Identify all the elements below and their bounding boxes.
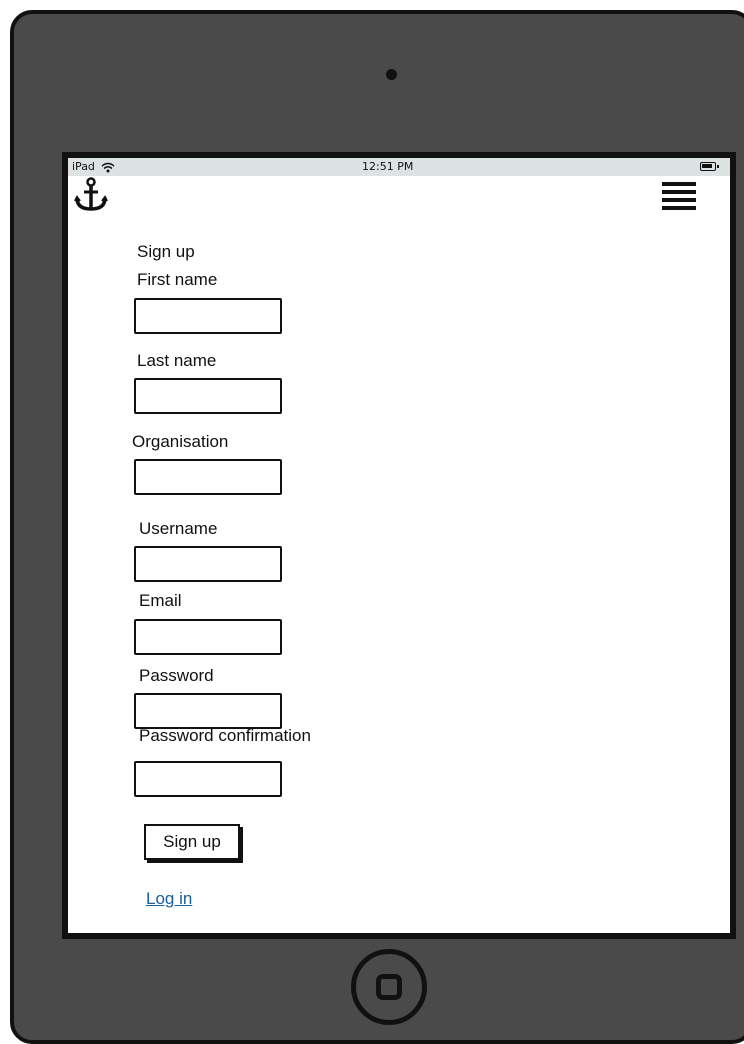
log-in-link[interactable]: Log in bbox=[146, 889, 192, 909]
organisation-label: Organisation bbox=[132, 432, 229, 451]
last-name-label: Last name bbox=[137, 351, 217, 370]
password-field[interactable] bbox=[134, 693, 282, 729]
camera-icon bbox=[386, 69, 397, 80]
first-name-field[interactable] bbox=[134, 298, 282, 334]
email-field[interactable] bbox=[134, 619, 282, 655]
screen: iPad 12:51 PM Sign up First name Last na… bbox=[62, 152, 736, 939]
sign-up-button[interactable]: Sign up bbox=[144, 824, 240, 860]
home-button[interactable] bbox=[351, 949, 427, 1025]
username-field[interactable] bbox=[134, 546, 282, 582]
first-name-label: First name bbox=[137, 270, 218, 289]
signup-form: Sign up First name Last name Organisatio… bbox=[68, 158, 730, 933]
ipad-frame: iPad 12:51 PM Sign up First name Last na… bbox=[10, 10, 744, 1044]
password-label: Password bbox=[139, 666, 214, 685]
form-title: Sign up bbox=[137, 242, 195, 261]
password-confirmation-field[interactable] bbox=[134, 761, 282, 797]
last-name-field[interactable] bbox=[134, 378, 282, 414]
password-confirmation-label: Password confirmation bbox=[139, 726, 311, 745]
organisation-field[interactable] bbox=[134, 459, 282, 495]
home-button-icon bbox=[376, 974, 402, 1000]
email-label: Email bbox=[139, 591, 182, 610]
username-label: Username bbox=[139, 519, 218, 538]
